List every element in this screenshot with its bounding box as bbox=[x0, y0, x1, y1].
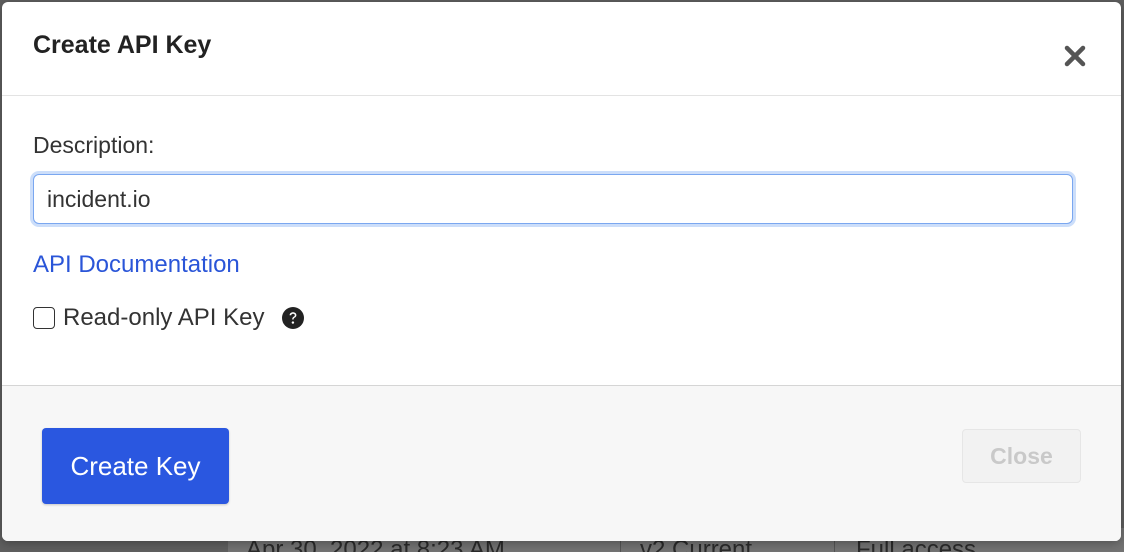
description-label: Description: bbox=[33, 132, 155, 158]
readonly-checkbox[interactable] bbox=[33, 307, 55, 329]
close-button[interactable]: Close bbox=[962, 429, 1081, 483]
api-documentation-link[interactable]: API Documentation bbox=[33, 251, 240, 279]
create-key-button[interactable]: Create Key bbox=[42, 428, 229, 504]
close-icon[interactable] bbox=[1059, 40, 1091, 72]
modal-body: Description: API Documentation Read-only… bbox=[2, 96, 1121, 385]
readonly-label[interactable]: Read-only API Key bbox=[63, 304, 264, 332]
description-input[interactable] bbox=[33, 174, 1073, 224]
modal-footer: Create Key Close bbox=[2, 385, 1121, 541]
question-circle-icon[interactable] bbox=[282, 307, 305, 329]
modal-header: Create API Key bbox=[2, 2, 1121, 96]
readonly-option: Read-only API Key bbox=[33, 302, 305, 334]
modal-title: Create API Key bbox=[33, 31, 212, 59]
create-api-key-modal: Create API Key Description: API Document… bbox=[2, 2, 1121, 541]
